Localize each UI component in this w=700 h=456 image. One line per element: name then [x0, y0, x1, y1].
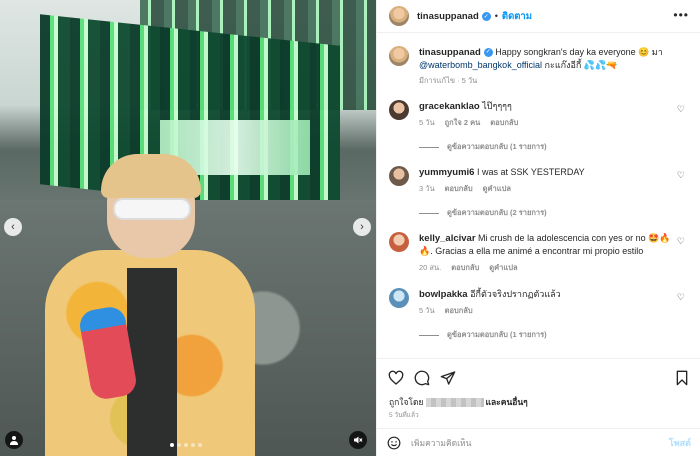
paper-plane-icon — [440, 371, 456, 385]
post-caption: tinasuppanad ✓ Happy songkran's day ka ev… — [389, 46, 689, 87]
caption-avatar[interactable] — [389, 46, 409, 66]
comment-text: อีกี้ตัวจริงปรากฏตัวแล้ว — [470, 289, 561, 299]
caption-meta: มีการแก้ไข · 5 วัน — [419, 76, 478, 85]
view-replies-label: ดูข้อความตอบกลับ (1 รายการ) — [447, 142, 547, 151]
likes-summary[interactable]: ถูกใจโดย และคนอื่นๆ — [389, 395, 528, 409]
comment-like-heart-icon[interactable]: ♡ — [677, 236, 685, 247]
comment-like-heart-icon[interactable]: ♡ — [677, 292, 685, 303]
speaker-muted-icon — [354, 436, 363, 444]
carousel-dot — [184, 443, 188, 447]
comment-button[interactable] — [413, 369, 431, 387]
comment-like-heart-icon[interactable]: ♡ — [677, 170, 685, 181]
follow-button[interactable]: ติดตาม — [502, 9, 532, 24]
emoji-icon[interactable] — [387, 436, 401, 450]
comment-meta: 5 วัน ตอบกลับ — [419, 304, 671, 317]
caption-text: Happy songkran's day ka everyone 😊 มา — [495, 47, 663, 57]
comment-text: I was at SSK YESTERDAY — [476, 167, 585, 177]
carousel-dot — [170, 443, 174, 447]
view-replies-button[interactable]: ดูข้อความตอบกลับ (1 รายการ) — [419, 141, 689, 153]
commenter-avatar[interactable] — [389, 232, 409, 252]
comment-meta: 5 วัน ถูกใจ 2 คน ตอบกลับ — [419, 116, 671, 129]
header-separator: • — [494, 11, 498, 21]
commenter-avatar[interactable] — [389, 100, 409, 120]
see-translation-button[interactable]: ดูคำแปล — [483, 182, 511, 195]
comment-time: 20 สน. — [419, 263, 442, 272]
post-comment-button[interactable]: โพสต์ — [669, 436, 691, 450]
comment-time: 5 วัน — [419, 118, 435, 127]
verified-badge-icon: ✓ — [481, 11, 491, 21]
reply-button[interactable]: ตอบกลับ — [445, 182, 473, 195]
mute-audio-button[interactable] — [349, 431, 367, 449]
commenter-avatar[interactable] — [389, 166, 409, 186]
carousel-dot — [191, 443, 195, 447]
blurred-username — [425, 397, 484, 407]
caption-mention-link[interactable]: @waterbomb_bangkok_official — [419, 60, 542, 70]
author-username[interactable]: tinasuppanad — [417, 11, 479, 22]
comment-username[interactable]: gracekanklao — [419, 101, 480, 112]
post-header: tinasuppanad ✓ • ติดตาม ••• — [377, 0, 700, 33]
next-media-button[interactable]: › — [353, 218, 371, 236]
more-options-button[interactable]: ••• — [673, 9, 689, 21]
comment-username[interactable]: kelly_alcivar — [419, 233, 476, 244]
caption-username[interactable]: tinasuppanad — [419, 47, 481, 58]
commenter-avatar[interactable] — [389, 288, 409, 308]
caption-text-tail: กะแก๊งอีกี้ 💦💦🔫 — [542, 60, 618, 70]
previous-media-button[interactable]: ‹ — [4, 218, 22, 236]
post-side-panel: tinasuppanad ✓ • ติดตาม ••• tinasuppanad… — [376, 0, 700, 456]
comment-meta: 3 วัน ตอบกลับ ดูคำแปล — [419, 182, 671, 195]
reply-button[interactable]: ตอบกลับ — [451, 261, 479, 274]
carousel-dot — [198, 443, 202, 447]
reply-button[interactable]: ตอบกลับ — [445, 304, 473, 317]
author-avatar[interactable] — [389, 6, 409, 26]
caption-text-block: tinasuppanad ✓ Happy songkran's day ka ev… — [419, 46, 685, 87]
comment-item: gracekanklao ไป๊ๆๆๆๆ 5 วัน ถูกใจ 2 คน ตอ… — [389, 100, 689, 153]
carousel-dots — [170, 443, 202, 447]
comment-time: 5 วัน — [419, 306, 435, 315]
comment-like-heart-icon[interactable]: ♡ — [677, 104, 685, 115]
see-translation-button[interactable]: ดูคำแปล — [489, 261, 517, 274]
view-replies-label: ดูข้อความตอบกลับ (2 รายการ) — [447, 208, 547, 217]
comment-time: 3 วัน — [419, 184, 435, 193]
post-media-video[interactable]: ‹ › — [0, 0, 376, 456]
comment-input[interactable] — [411, 437, 669, 448]
post-time-ago: 5 วันที่แล้ว — [389, 412, 419, 419]
user-icon — [10, 436, 18, 445]
view-replies-button[interactable]: ดูข้อความตอบกลับ (1 รายการ) — [419, 329, 689, 341]
comment-item: kelly_alcivar Mi crush de la adolescenci… — [389, 232, 689, 274]
add-comment-bar: โพสต์ — [377, 428, 700, 456]
comment-bubble-icon — [414, 370, 430, 386]
chevron-right-icon: › — [360, 221, 364, 233]
chevron-left-icon: ‹ — [11, 221, 15, 233]
comment-item: bowlpakka อีกี้ตัวจริงปรากฏตัวแล้ว 5 วัน… — [389, 288, 689, 341]
reply-button[interactable]: ตอบกลับ — [490, 116, 518, 129]
likes-prefix: ถูกใจโดย — [389, 397, 424, 407]
share-button[interactable] — [439, 369, 457, 387]
comment-username[interactable]: bowlpakka — [419, 289, 468, 300]
view-replies-button[interactable]: ดูข้อความตอบกลับ (2 รายการ) — [419, 207, 689, 219]
save-button[interactable] — [673, 369, 691, 387]
comment-likes-count[interactable]: ถูกใจ 2 คน — [445, 116, 481, 129]
tagged-users-button[interactable] — [5, 431, 23, 449]
comment-text: ไป๊ๆๆๆๆ — [482, 101, 512, 111]
bookmark-icon — [676, 370, 688, 386]
like-button[interactable] — [387, 369, 405, 387]
view-replies-label: ดูข้อความตอบกลับ (1 รายการ) — [447, 330, 547, 339]
heart-icon — [388, 370, 404, 385]
comment-meta: 20 สน. ตอบกลับ ดูคำแปล — [419, 261, 671, 274]
verified-badge-icon: ✓ — [483, 48, 493, 58]
comments-scroll-area[interactable]: tinasuppanad ✓ Happy songkran's day ka ev… — [377, 34, 700, 356]
carousel-dot — [177, 443, 181, 447]
likes-suffix[interactable]: และคนอื่นๆ — [486, 395, 528, 409]
media-person — [45, 154, 255, 456]
instagram-post-modal: ‹ › tinasuppanad ✓ • ติดตาม ••• tinasupp… — [0, 0, 700, 456]
post-actions: ถูกใจโดย และคนอื่นๆ 5 วันที่แล้ว — [377, 358, 700, 428]
comment-username[interactable]: yummyumi6 — [419, 167, 474, 178]
comment-item: yummyumi6 I was at SSK YESTERDAY 3 วัน ต… — [389, 166, 689, 219]
